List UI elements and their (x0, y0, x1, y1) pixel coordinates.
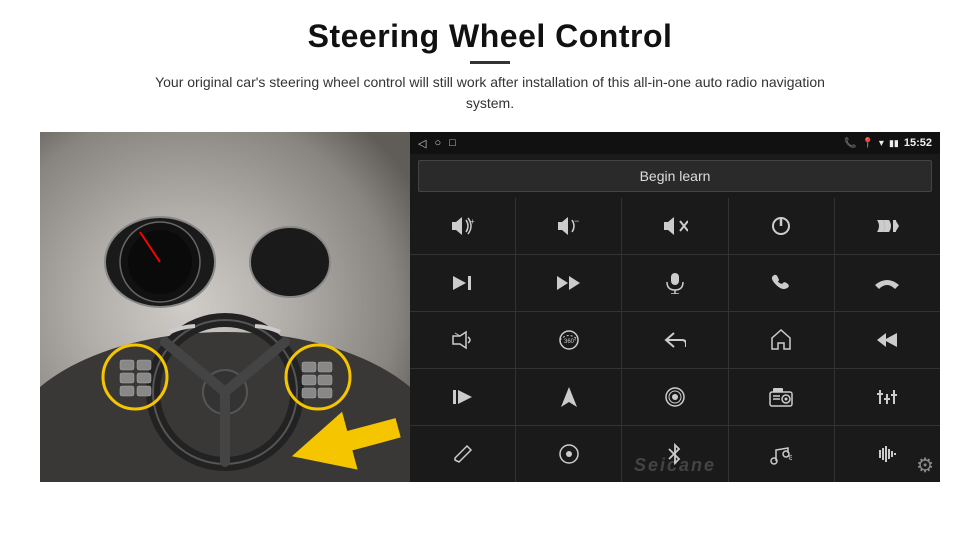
svg-text:+: + (470, 217, 475, 226)
back-nav-icon[interactable]: ◁ (418, 137, 426, 150)
begin-learn-button[interactable]: Begin learn (418, 160, 932, 192)
ff-button[interactable] (516, 255, 621, 311)
home-nav-icon[interactable]: ○ (434, 137, 441, 149)
call-button[interactable] (729, 255, 834, 311)
status-bar-nav: ◁ ○ □ (418, 137, 456, 150)
horn-button[interactable] (410, 312, 515, 368)
call-prev-button[interactable] (835, 198, 940, 254)
bluetooth-button[interactable] (622, 426, 727, 482)
vol-up-button[interactable]: + (410, 198, 515, 254)
music-button[interactable]: ⚙ (729, 426, 834, 482)
home-button[interactable] (729, 312, 834, 368)
back-button[interactable] (622, 312, 727, 368)
recents-nav-icon[interactable]: □ (449, 137, 456, 149)
pen-button[interactable] (410, 426, 515, 482)
mute-button[interactable] (622, 198, 727, 254)
settings-gear-button[interactable]: ⚙ (916, 453, 934, 478)
fast-forward-button[interactable] (410, 369, 515, 425)
car-image (40, 132, 410, 482)
source-button[interactable] (622, 369, 727, 425)
phone-icon: 📞 (844, 138, 856, 149)
svg-text:⚙: ⚙ (788, 454, 792, 462)
360-button[interactable]: 360° (516, 312, 621, 368)
status-bar-right: 📞 📍 ▾ ▮▮ 15:52 (844, 137, 932, 149)
radio-button[interactable] (729, 369, 834, 425)
begin-learn-row: Begin learn (410, 154, 940, 198)
svg-text:−: − (574, 216, 579, 226)
hangup-button[interactable] (835, 255, 940, 311)
equalizer-button[interactable] (835, 369, 940, 425)
svg-text:360°: 360° (564, 339, 577, 345)
title-divider (470, 61, 510, 64)
vol-down-button[interactable]: − (516, 198, 621, 254)
power-button[interactable] (729, 198, 834, 254)
battery-icon: ▮▮ (889, 138, 899, 149)
subtitle-text: Your original car's steering wheel contr… (130, 72, 850, 114)
page-title: Steering Wheel Control (130, 18, 850, 55)
mic-button[interactable] (622, 255, 727, 311)
circle-button[interactable] (516, 426, 621, 482)
skip-prev-button[interactable] (835, 312, 940, 368)
nav-button[interactable] (516, 369, 621, 425)
time-display: 15:52 (904, 137, 932, 149)
skip-next-button[interactable] (410, 255, 515, 311)
icon-grid: + − (410, 198, 940, 482)
head-unit-panel: ◁ ○ □ 📞 📍 ▾ ▮▮ 15:52 Begin learn (410, 132, 940, 482)
wifi-icon: ▾ (879, 138, 884, 149)
location-icon: 📍 (861, 138, 873, 149)
status-bar: ◁ ○ □ 📞 📍 ▾ ▮▮ 15:52 (410, 132, 940, 154)
